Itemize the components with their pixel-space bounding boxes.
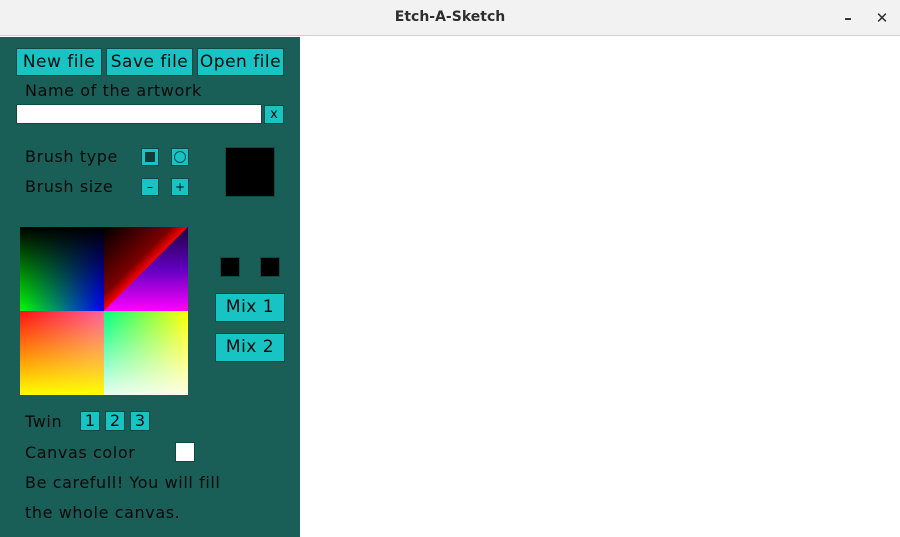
twin-option-2[interactable]: 2 <box>105 411 125 431</box>
palette-quadrant-green-blue[interactable] <box>20 227 104 311</box>
open-file-button[interactable]: Open file <box>197 48 284 76</box>
canvas-color-label: Canvas color <box>25 443 136 462</box>
brush-type-label: Brush type <box>25 147 118 166</box>
brush-size-label: Brush size <box>25 177 114 196</box>
twin-option-3[interactable]: 3 <box>130 411 150 431</box>
clear-name-button[interactable]: x <box>264 105 284 124</box>
mix-1-button[interactable]: Mix 1 <box>215 293 285 322</box>
brush-color-preview <box>225 147 275 197</box>
artwork-name-label: Name of the artwork <box>25 81 202 100</box>
control-panel: New file Save file Open file Name of the… <box>0 37 300 537</box>
title-bar: Etch-A-Sketch – ✕ <box>0 0 900 36</box>
brush-size-increase-button[interactable]: + <box>171 178 189 196</box>
color-palette[interactable] <box>20 227 188 395</box>
palette-quadrant-red-magenta[interactable] <box>104 227 188 311</box>
canvas-color-swatch[interactable] <box>175 442 195 462</box>
mix-2-button[interactable]: Mix 2 <box>215 333 285 362</box>
twin-option-1[interactable]: 1 <box>80 411 100 431</box>
twin-label: Twin <box>25 412 63 431</box>
warning-text-line-2: the whole canvas. <box>25 503 181 522</box>
close-button[interactable]: ✕ <box>872 8 892 28</box>
warning-text-line-1: Be carefull! You will fill <box>25 473 221 492</box>
brush-square-button[interactable] <box>141 148 159 166</box>
brush-size-decrease-button[interactable]: – <box>141 178 159 196</box>
drawing-canvas[interactable] <box>300 37 900 537</box>
mix-swatch-1[interactable] <box>220 257 240 277</box>
palette-quadrant-green-yellow[interactable] <box>104 311 188 395</box>
save-file-button[interactable]: Save file <box>106 48 193 76</box>
brush-circle-button[interactable] <box>171 148 189 166</box>
circle-icon <box>174 151 186 163</box>
palette-quadrant-red-yellow[interactable] <box>20 311 104 395</box>
artwork-name-input[interactable] <box>16 104 262 124</box>
new-file-button[interactable]: New file <box>16 48 102 76</box>
mix-swatch-2[interactable] <box>260 257 280 277</box>
window-title: Etch-A-Sketch <box>394 9 506 25</box>
square-icon <box>145 152 155 162</box>
minimize-button[interactable]: – <box>838 8 858 28</box>
